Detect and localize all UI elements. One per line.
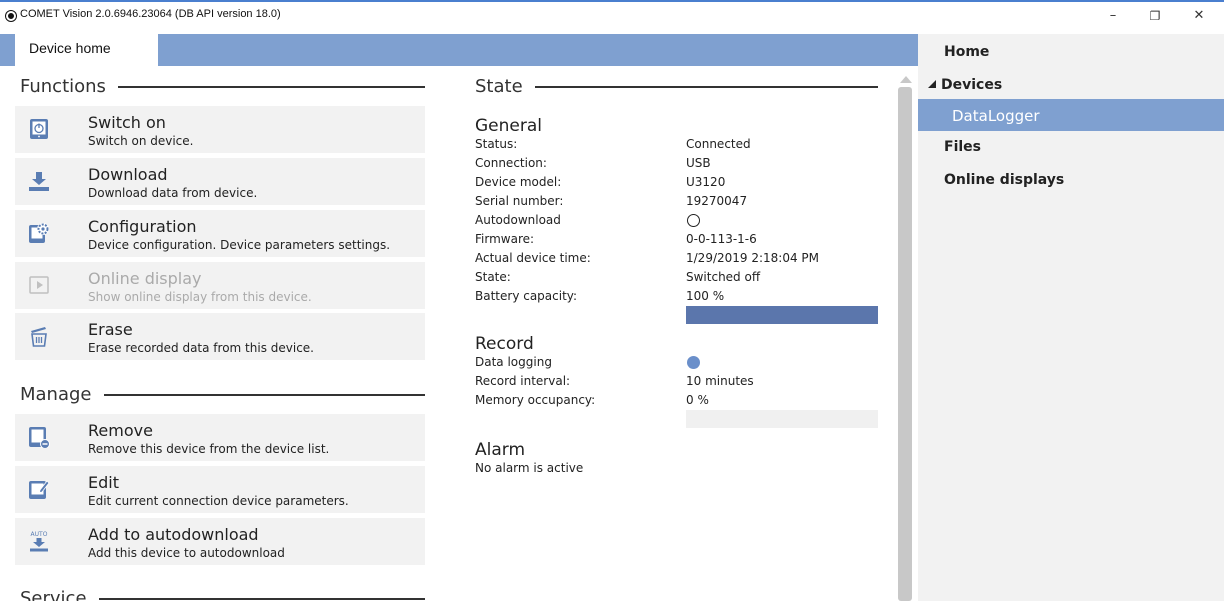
state-heading: State [475,76,878,97]
functions-heading-label: Functions [20,76,106,97]
nav-item-devices-label: Devices [941,77,1003,93]
remove-button[interactable]: Remove Remove this device from the devic… [15,414,425,461]
online-display-label: Online display [88,269,202,288]
alarm-heading: Alarm [475,440,526,460]
erase-label: Erase [88,320,133,339]
nav-item-files[interactable]: Files [918,131,1224,163]
battery-bar [686,306,878,324]
device-state-value: Switched off [686,270,761,284]
app-icon [6,11,16,21]
navigation-panel: Home Devices DataLogger Files Online dis… [918,34,1224,601]
nav-item-home-label: Home [944,44,990,60]
divider [117,85,425,88]
erase-description: Erase recorded data from this device. [88,341,314,355]
add-to-autodownload-button[interactable]: AUTO Add to autodownload Add this device… [15,518,425,565]
scroll-thumb[interactable] [898,87,912,601]
state-heading-label: State [475,76,523,97]
status-value: Connected [686,137,751,151]
online-display-button[interactable]: Online display Show online display from … [15,262,425,309]
firmware-label: Firmware: [475,232,535,246]
device-time-value: 1/29/2019 2:18:04 PM [686,251,820,265]
erase-icon [31,327,47,347]
memory-bar [686,410,878,428]
device-state-label: State: [475,270,511,284]
battery-capacity-value: 100 % [686,289,725,303]
nav-item-devices[interactable]: Devices [918,69,1224,101]
minimize-button[interactable]: – [1098,6,1128,28]
battery-bar-fill [686,306,878,324]
close-button[interactable]: ✕ [1184,6,1214,28]
serial-number-value: 19270047 [686,194,748,208]
download-label: Download [88,165,168,184]
power-icon [30,119,48,139]
add-to-autodownload-description: Add this device to autodownload [88,546,285,560]
edit-label: Edit [88,473,119,492]
remove-description: Remove this device from the device list. [88,442,330,456]
erase-button[interactable]: Erase Erase recorded data from this devi… [15,313,425,360]
data-logging-indicator [687,356,700,369]
switch-on-button[interactable]: Switch on Switch on device. [15,106,425,153]
device-time-label: Actual device time: [475,251,591,265]
switch-on-description: Switch on device. [88,134,194,148]
record-interval-label: Record interval: [475,374,571,388]
autodownload-icon-text: AUTO [31,531,48,538]
remove-label: Remove [88,421,153,440]
service-heading-label: Service [20,588,87,601]
expand-triangle-icon[interactable] [928,80,936,88]
memory-occupancy-value: 0 % [686,393,709,407]
download-button[interactable]: Download Download data from device. [15,158,425,205]
play-icon [29,276,49,294]
autodownload-label: Autodownload [475,213,561,227]
configuration-button[interactable]: Configuration Device configuration. Devi… [15,210,425,257]
vertical-scrollbar[interactable] [896,72,914,601]
autodownload-indicator [687,214,700,227]
tab-device-home[interactable]: Device home [15,34,158,66]
edit-device-icon [29,480,50,499]
remove-device-icon [29,427,50,448]
connection-label: Connection: [475,156,547,170]
serial-number-label: Serial number: [475,194,564,208]
status-label: Status: [475,137,518,151]
alarm-message: No alarm is active [475,461,584,475]
memory-occupancy-label: Memory occupancy: [475,393,596,407]
service-heading: Service [20,588,425,601]
tab-strip: Device home [0,34,918,66]
data-logging-label: Data logging [475,355,552,369]
divider [98,597,425,600]
edit-description: Edit current connection device parameter… [88,494,349,508]
general-heading: General [475,116,542,136]
nav-item-datalogger-label: DataLogger [952,107,1040,125]
nav-item-online-displays-label: Online displays [944,172,1065,188]
configuration-description: Device configuration. Device parameters … [88,238,391,252]
title-bar: COMET Vision 2.0.6946.23064 (DB API vers… [0,0,1224,34]
nav-item-online-displays[interactable]: Online displays [918,164,1224,196]
record-interval-value: 10 minutes [686,374,754,388]
connection-value: USB [686,156,711,170]
nav-item-datalogger[interactable]: DataLogger [918,99,1224,131]
divider [534,85,878,88]
add-to-autodownload-label: Add to autodownload [88,525,259,544]
record-heading: Record [475,334,534,354]
firmware-value: 0-0-113-1-6 [686,232,757,246]
download-icon [29,172,49,191]
manage-heading: Manage [20,384,425,405]
scroll-up-arrow-icon[interactable] [900,76,912,83]
restore-button[interactable]: ❐ [1140,6,1170,28]
window-title: COMET Vision 2.0.6946.23064 (DB API vers… [20,8,281,20]
switch-on-label: Switch on [88,113,166,132]
nav-item-home[interactable]: Home [918,36,1224,68]
divider [103,393,425,396]
device-model-value: U3120 [686,175,726,189]
device-model-label: Device model: [475,175,562,189]
configuration-icon [29,223,49,243]
configuration-label: Configuration [88,217,197,236]
battery-capacity-label: Battery capacity: [475,289,578,303]
nav-item-files-label: Files [944,139,981,155]
functions-heading: Functions [20,76,425,97]
edit-button[interactable]: Edit Edit current connection device para… [15,466,425,513]
manage-heading-label: Manage [20,384,92,405]
autodownload-icon: AUTO [30,531,48,552]
online-display-description: Show online display from this device. [88,290,312,304]
download-description: Download data from device. [88,186,258,200]
